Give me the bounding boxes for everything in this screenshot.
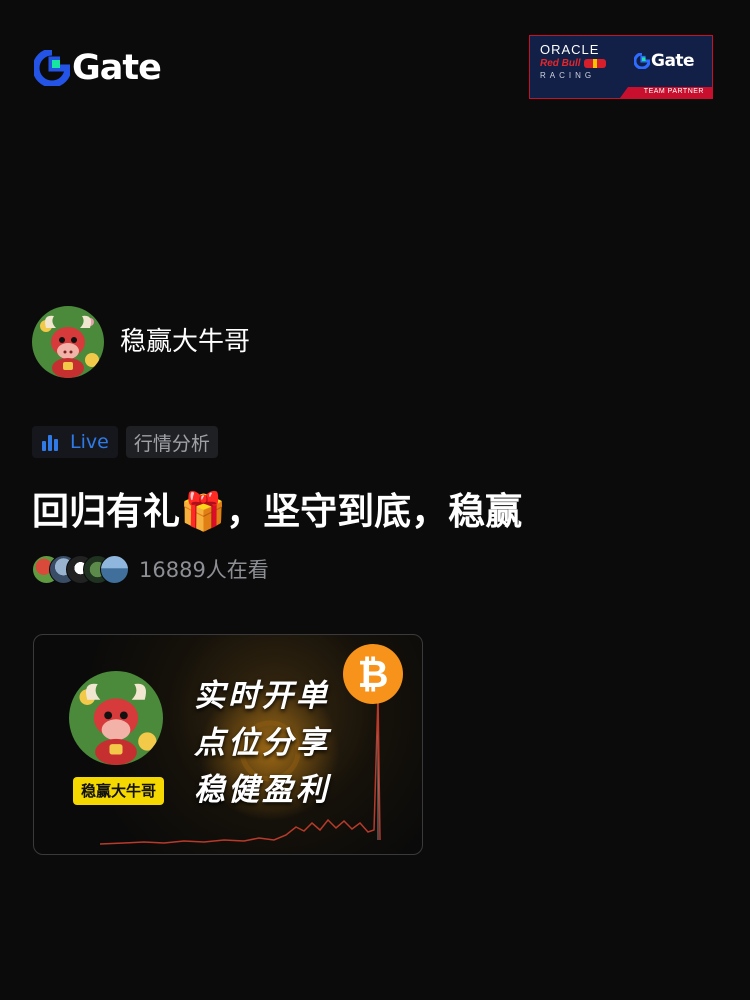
host-avatar[interactable]	[32, 306, 104, 378]
thumbnail-slogan-line: 实时开单	[194, 678, 330, 714]
gate-logo-small-icon	[634, 53, 650, 69]
viewer-avatar	[100, 554, 129, 584]
partner-redbull-text: Red Bull	[540, 57, 616, 70]
thumbnail-host-label: 稳赢大牛哥	[73, 777, 165, 805]
partner-gate-logo: Gate	[634, 51, 695, 71]
partner-oracle-text: ORACLE	[540, 42, 600, 57]
viewer-info: 16889人在看	[32, 554, 269, 584]
partner-racing-text: RACING	[540, 71, 596, 80]
partner-gate-text: Gate	[651, 51, 695, 71]
gate-logo-icon	[34, 50, 70, 86]
thumbnail-slogan: 实时开单 点位分享 稳健盈利	[194, 673, 330, 814]
host-name[interactable]: 稳赢大牛哥	[120, 324, 250, 360]
redbull-bull-icon	[583, 59, 606, 68]
thumbnail-host-avatar	[69, 671, 163, 765]
thumbnail-slogan-line: 稳健盈利	[194, 772, 330, 808]
partner-racing-block: ORACLE Red Bull RACING	[540, 43, 616, 82]
gate-logo-text: Gate	[72, 48, 162, 88]
host-info[interactable]: 稳赢大牛哥	[32, 306, 250, 378]
stream-title: 回归有礼🎁，坚守到底，稳赢	[32, 490, 523, 533]
category-tag[interactable]: 行情分析	[125, 426, 218, 458]
stream-tags: Live 行情分析	[32, 426, 218, 458]
partner-banner[interactable]: ORACLE Red Bull RACING Gate TEAM PARTNER	[529, 35, 713, 99]
live-tag-label: Live	[70, 431, 109, 453]
thumbnail-slogan-line: 点位分享	[194, 725, 330, 761]
bitcoin-icon: ₿	[343, 644, 403, 704]
live-tag: Live	[32, 426, 118, 458]
viewer-count: 16889人在看	[139, 558, 269, 582]
viewer-avatar-stack	[32, 554, 129, 584]
partner-strip: TEAM PARTNER	[620, 87, 712, 98]
partner-strip-text: TEAM PARTNER	[643, 88, 704, 95]
bull-avatar-icon	[32, 306, 104, 378]
stream-thumbnail[interactable]: 稳赢大牛哥 实时开单 点位分享 稳健盈利 ₿	[33, 634, 423, 855]
category-tag-label: 行情分析	[133, 432, 210, 455]
partner-redbull-label: Red Bull	[540, 58, 581, 69]
live-bars-icon	[42, 435, 58, 451]
gate-logo[interactable]: Gate	[34, 48, 162, 88]
bull-avatar-icon	[69, 671, 163, 765]
live-stream-page: Gate ORACLE Red Bull RACING Gate TEAM PA…	[0, 0, 750, 1000]
